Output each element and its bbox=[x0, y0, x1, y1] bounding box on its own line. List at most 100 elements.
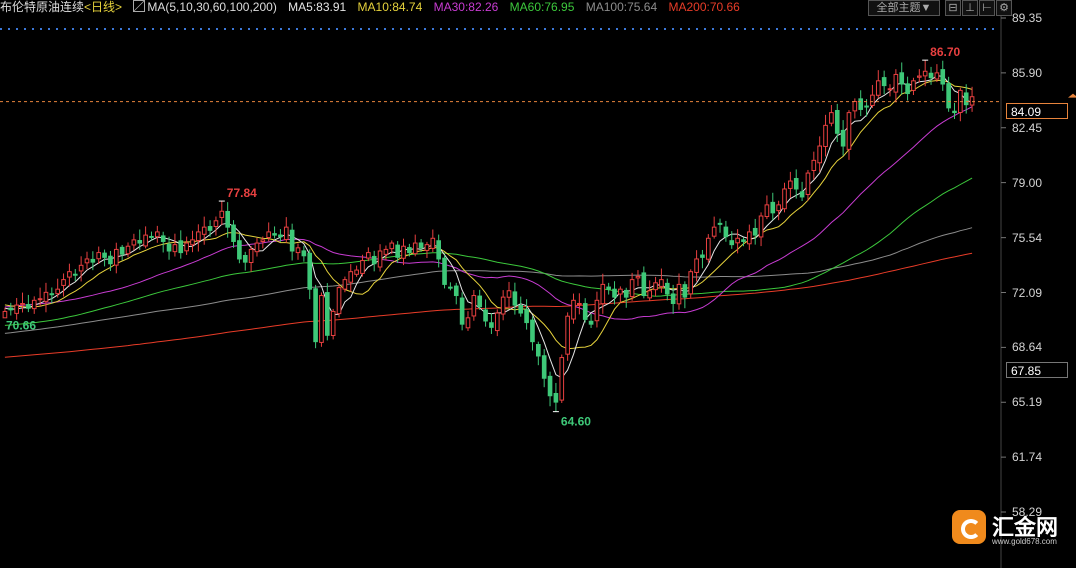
candle-up bbox=[354, 269, 359, 275]
window-restore-icon[interactable]: ⊟ bbox=[945, 0, 961, 16]
candle-down bbox=[371, 255, 377, 265]
y-tick-label: 89.35 bbox=[1012, 11, 1043, 25]
candle-down bbox=[536, 344, 541, 357]
current-price-tag: 84.09 bbox=[1006, 103, 1068, 119]
candle-down bbox=[641, 272, 647, 297]
align-right-icon[interactable]: ⊢ bbox=[979, 0, 995, 16]
candle-down bbox=[670, 293, 676, 304]
candle-up bbox=[969, 96, 975, 106]
candle-up bbox=[84, 258, 90, 264]
candle-up bbox=[653, 282, 658, 291]
candle-up bbox=[201, 226, 207, 235]
candle-down bbox=[160, 235, 166, 242]
candle-down bbox=[483, 309, 488, 322]
candle-up bbox=[383, 248, 389, 255]
candle-up bbox=[96, 252, 102, 260]
candle-up bbox=[916, 75, 922, 78]
low-label: 64.60 bbox=[561, 415, 591, 429]
candle-down bbox=[72, 273, 78, 276]
candle-up bbox=[342, 279, 348, 290]
candle-down bbox=[530, 319, 535, 343]
candle-down bbox=[225, 210, 230, 228]
candle-down bbox=[8, 307, 14, 311]
candle-up bbox=[870, 94, 875, 106]
candle-up bbox=[254, 242, 260, 253]
candle-up bbox=[676, 283, 682, 305]
candle-up bbox=[260, 239, 266, 243]
candle-up bbox=[618, 288, 623, 295]
candle-up bbox=[196, 231, 201, 242]
candle-up bbox=[61, 279, 66, 286]
candle-down bbox=[119, 246, 125, 255]
ma60-line bbox=[4, 177, 973, 326]
candle-down bbox=[108, 255, 113, 265]
candle-down bbox=[149, 235, 154, 238]
candle-down bbox=[301, 250, 307, 257]
candle-up bbox=[143, 234, 148, 247]
candle-down bbox=[899, 72, 905, 85]
candle-up bbox=[705, 237, 711, 260]
candle-down bbox=[940, 69, 946, 85]
candle-up bbox=[43, 291, 49, 302]
crosshair-price-tag: 67.85 bbox=[1006, 362, 1068, 378]
candle-down bbox=[395, 244, 400, 258]
candle-down bbox=[407, 247, 412, 254]
candle-up bbox=[377, 250, 383, 268]
candle-down bbox=[588, 320, 594, 325]
candle-down bbox=[313, 288, 318, 343]
ma30-value: MA30:82.26 bbox=[433, 0, 499, 14]
period-label[interactable]: <日线> bbox=[84, 0, 122, 14]
align-bottom-icon[interactable]: ⊥ bbox=[962, 0, 978, 16]
candle-down bbox=[881, 77, 887, 87]
candle-up bbox=[758, 215, 764, 238]
candle-down bbox=[905, 83, 910, 95]
candle-up bbox=[412, 242, 418, 255]
price-chart[interactable]: 86.70 77.84 64.60 70.66 bbox=[0, 0, 1076, 568]
high-label: 86.70 bbox=[930, 45, 960, 59]
candle-down bbox=[928, 72, 934, 79]
candle-up bbox=[823, 124, 828, 148]
ma-params[interactable]: MA(5,10,30,60,100,200) bbox=[147, 0, 276, 14]
candle-down bbox=[864, 105, 869, 108]
candle-up bbox=[694, 258, 699, 273]
candle-up bbox=[430, 237, 436, 249]
instrument-name[interactable]: 布伦特原油连续 bbox=[0, 0, 84, 14]
watermark-url: www.gold678.com bbox=[992, 537, 1057, 546]
settings-icon[interactable]: ⚙ bbox=[996, 0, 1012, 16]
candle-up bbox=[659, 279, 664, 287]
candle-up bbox=[875, 80, 881, 96]
candle-down bbox=[858, 98, 864, 110]
candle-down bbox=[840, 129, 846, 147]
candle-down bbox=[442, 257, 447, 285]
candle-up bbox=[711, 226, 717, 237]
candle-down bbox=[682, 284, 688, 298]
candle-down bbox=[834, 109, 840, 134]
candle-up bbox=[735, 237, 740, 244]
candle-up bbox=[31, 299, 37, 310]
candle-down bbox=[963, 92, 969, 106]
candle-up bbox=[348, 271, 354, 283]
candle-down bbox=[524, 309, 529, 324]
candle-up bbox=[846, 112, 852, 150]
candle-up bbox=[125, 245, 131, 255]
candle-up bbox=[330, 310, 336, 337]
y-tick-label: 75.54 bbox=[1012, 230, 1043, 245]
candle-down bbox=[612, 288, 617, 298]
candle-up bbox=[2, 310, 8, 319]
candle-down bbox=[278, 234, 283, 238]
theme-select[interactable]: 全部主题▼ bbox=[868, 0, 940, 16]
candle-up bbox=[500, 296, 506, 315]
local-high-label: 77.84 bbox=[227, 186, 257, 200]
candle-down bbox=[477, 295, 483, 308]
candle-down bbox=[541, 355, 547, 379]
candle-up bbox=[817, 145, 822, 164]
candle-down bbox=[418, 242, 424, 249]
indicator-icon[interactable] bbox=[133, 0, 146, 12]
candle-down bbox=[952, 110, 957, 114]
candle-up bbox=[494, 312, 500, 332]
candle-down bbox=[137, 240, 143, 244]
y-tick-label: 61.74 bbox=[1012, 450, 1043, 465]
candle-up bbox=[190, 239, 195, 246]
candle-down bbox=[49, 293, 55, 296]
candle-up bbox=[219, 210, 225, 218]
